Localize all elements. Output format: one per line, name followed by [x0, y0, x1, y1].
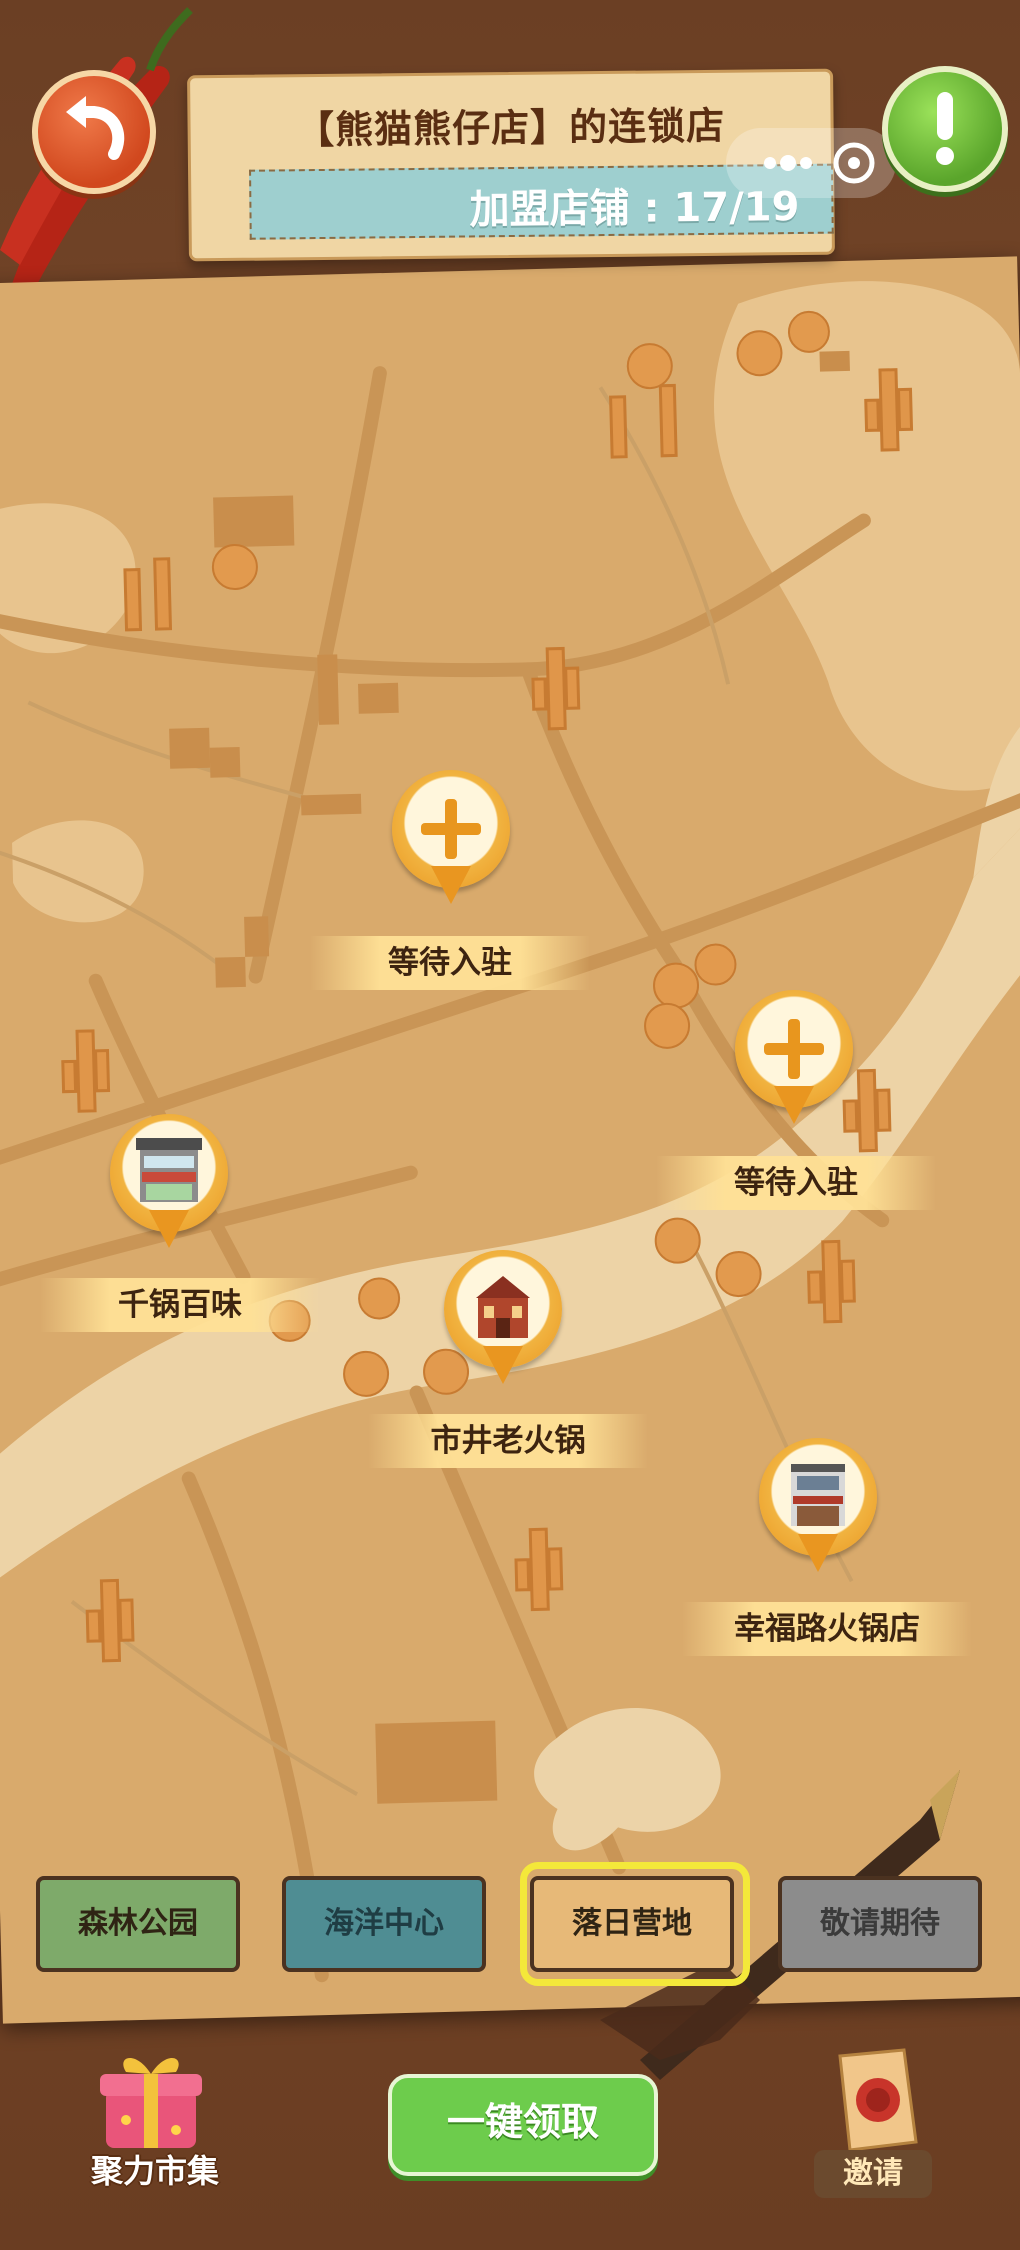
- market-label[interactable]: 聚力市集: [70, 2146, 240, 2192]
- back-arrow-icon: [66, 96, 125, 160]
- map-pin-shop[interactable]: [444, 1250, 562, 1390]
- tab-ocean-center[interactable]: 海洋中心: [282, 1876, 486, 1972]
- shop-building-icon: [791, 1464, 845, 1526]
- claim-all-button[interactable]: 一键领取: [388, 2074, 658, 2176]
- pin-label: 等待入驻: [656, 1156, 936, 1210]
- franchise-label: 加盟店铺: [469, 185, 630, 234]
- exclamation-icon: [936, 92, 954, 165]
- invitation-scroll-icon[interactable]: [820, 2046, 924, 2156]
- pin-label: 等待入驻: [310, 936, 590, 990]
- alert-button[interactable]: [882, 66, 1008, 192]
- tab-forest-park[interactable]: 森林公园: [36, 1876, 240, 1972]
- selected-tab-highlight: [520, 1862, 750, 1986]
- back-button[interactable]: [32, 70, 156, 194]
- more-dots-icon: [764, 142, 875, 184]
- tab-coming-soon[interactable]: 敬请期待: [778, 1876, 982, 1972]
- map-pin-empty[interactable]: [392, 770, 510, 910]
- map-pin-shop[interactable]: [110, 1114, 228, 1254]
- map-pin-empty[interactable]: [735, 990, 853, 1130]
- shop-building-icon: [476, 1276, 530, 1338]
- pin-label: 幸福路火锅店: [682, 1602, 972, 1656]
- franchise-separator: :: [643, 185, 660, 232]
- pin-label: 市井老火锅: [368, 1414, 648, 1468]
- plus-icon: [421, 799, 481, 859]
- pin-label: 千锅百味: [40, 1278, 320, 1332]
- mini-program-menu-capsule[interactable]: [726, 128, 896, 198]
- map-pin-shop[interactable]: [759, 1438, 877, 1578]
- invite-label[interactable]: 邀请: [814, 2150, 932, 2198]
- shop-building-icon: [136, 1138, 202, 1202]
- gift-box-icon[interactable]: [96, 2050, 206, 2150]
- plus-icon: [764, 1019, 824, 1079]
